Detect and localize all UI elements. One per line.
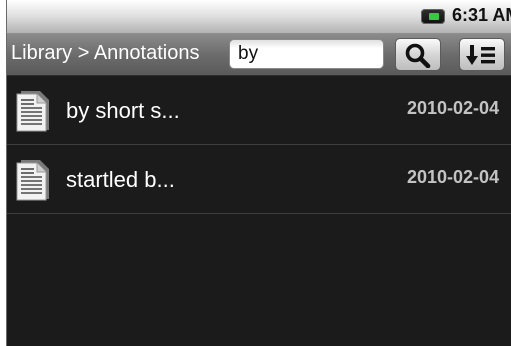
status-bar: 6:31 AM	[7, 0, 511, 34]
list-item[interactable]: by short s... 2010-02-04	[7, 76, 511, 145]
title-bar: Library > Annotations	[7, 34, 511, 76]
battery-charging-icon	[421, 9, 445, 24]
breadcrumb: Library > Annotations	[11, 42, 200, 64]
item-title: startled b...	[66, 167, 175, 192]
app-screen: 6:31 AM Library > Annotations	[6, 0, 511, 346]
list-item[interactable]: startled b... 2010-02-04	[7, 145, 511, 214]
sort-icon	[466, 44, 495, 65]
document-icon	[16, 160, 49, 201]
item-date: 2010-02-04	[407, 98, 500, 118]
item-date: 2010-02-04	[407, 167, 500, 187]
search-input[interactable]	[229, 39, 384, 69]
document-icon	[16, 91, 49, 132]
sort-button[interactable]	[459, 38, 505, 71]
search-icon	[405, 43, 431, 68]
search-button[interactable]	[395, 38, 441, 71]
status-time: 6:31 AM	[452, 5, 511, 25]
annotation-list: by short s... 2010-02-04 startled b... 2…	[7, 76, 511, 214]
item-title: by short s...	[66, 98, 180, 123]
